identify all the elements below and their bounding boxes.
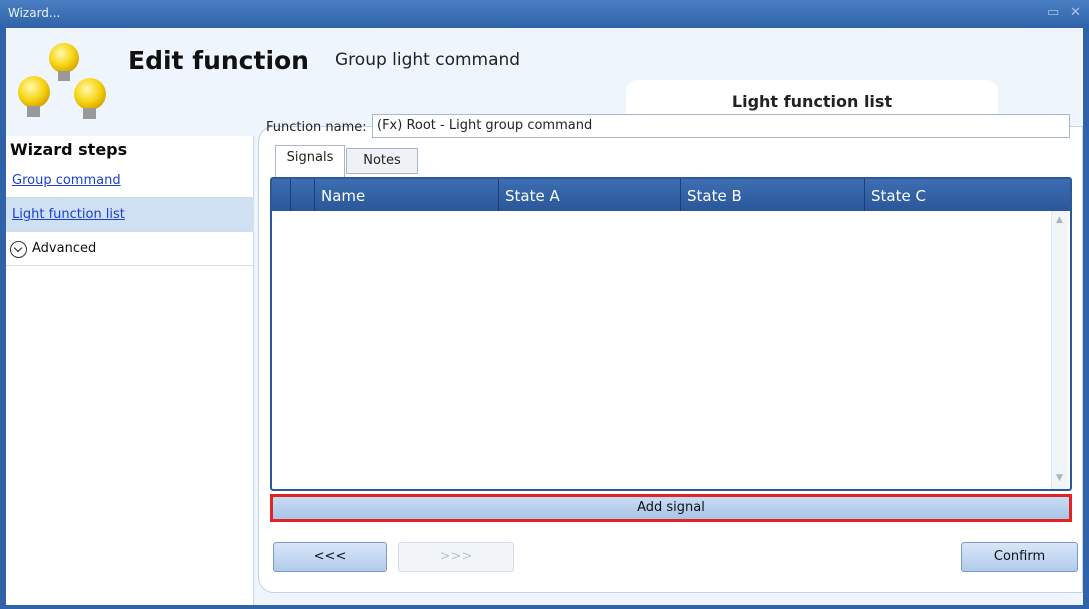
chevron-down-icon[interactable] xyxy=(10,241,27,258)
sidebar-item-light-function-list[interactable]: Light function list xyxy=(6,198,254,232)
column-header-state-a[interactable]: State A xyxy=(498,179,680,211)
restore-icon[interactable]: ▭ xyxy=(1047,5,1059,20)
column-header-blank xyxy=(290,179,314,211)
wizard-window: Wizard... ▭ ✕ Edit function Group light … xyxy=(0,0,1089,609)
page-subtitle: Group light command xyxy=(335,50,521,70)
tab-notes[interactable]: Notes xyxy=(346,148,418,174)
sidebar-item-label[interactable]: Group command xyxy=(12,173,121,188)
column-header-state-b[interactable]: State B xyxy=(680,179,864,211)
sidebar-item-label[interactable]: Light function list xyxy=(12,207,125,222)
step-heading-tab: Light function list xyxy=(626,80,998,118)
scroll-down-icon[interactable]: ▼ xyxy=(1056,473,1063,483)
close-icon[interactable]: ✕ xyxy=(1070,5,1081,20)
page-title: Edit function xyxy=(128,46,309,75)
sidebar-item-label[interactable]: Advanced xyxy=(32,241,96,256)
add-signal-button[interactable]: Add signal xyxy=(270,494,1072,522)
column-header-selector xyxy=(272,179,290,211)
window-title: Wizard... xyxy=(8,6,61,20)
function-name-label: Function name: xyxy=(266,120,367,135)
sidebar-heading: Wizard steps xyxy=(10,140,128,159)
signals-grid: Name State A State B State C ▲ ▼ xyxy=(270,177,1072,491)
sidebar-item-advanced[interactable]: Advanced xyxy=(6,232,254,266)
next-step-button[interactable]: >>> xyxy=(398,542,514,572)
grid-header: Name State A State B State C xyxy=(272,179,1070,211)
column-header-name[interactable]: Name xyxy=(314,179,498,211)
tab-signals[interactable]: Signals xyxy=(275,145,345,177)
column-header-state-c[interactable]: State C xyxy=(864,179,1050,211)
sidebar-item-group-command[interactable]: Group command xyxy=(6,164,254,198)
title-bar: Wizard... ▭ ✕ xyxy=(0,0,1089,28)
function-name-field[interactable]: (Fx) Root - Light group command xyxy=(372,114,1070,138)
scroll-up-icon[interactable]: ▲ xyxy=(1056,215,1063,225)
grid-scrollbar[interactable]: ▲ ▼ xyxy=(1051,211,1068,489)
confirm-button[interactable]: Confirm xyxy=(961,542,1078,572)
previous-step-button[interactable]: <<< xyxy=(273,542,387,572)
light-bulbs-icon xyxy=(18,43,106,119)
wizard-steps-sidebar: Wizard steps Group command Light functio… xyxy=(6,136,254,605)
